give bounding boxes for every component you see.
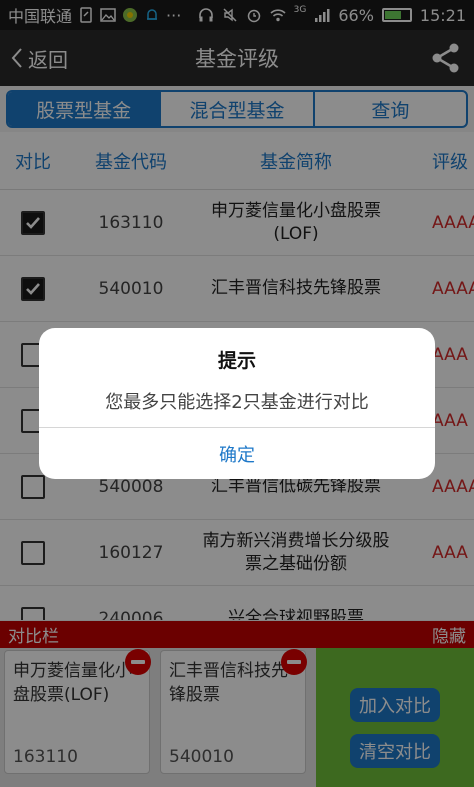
confirm-button[interactable]: 确定 [39, 428, 435, 479]
modal-overlay[interactable]: 提示 您最多只能选择2只基金进行对比 确定 [0, 0, 474, 787]
dialog-message: 您最多只能选择2只基金进行对比 [105, 392, 369, 413]
alert-dialog: 提示 您最多只能选择2只基金进行对比 确定 [39, 328, 435, 479]
dialog-title: 提示 [217, 350, 256, 372]
